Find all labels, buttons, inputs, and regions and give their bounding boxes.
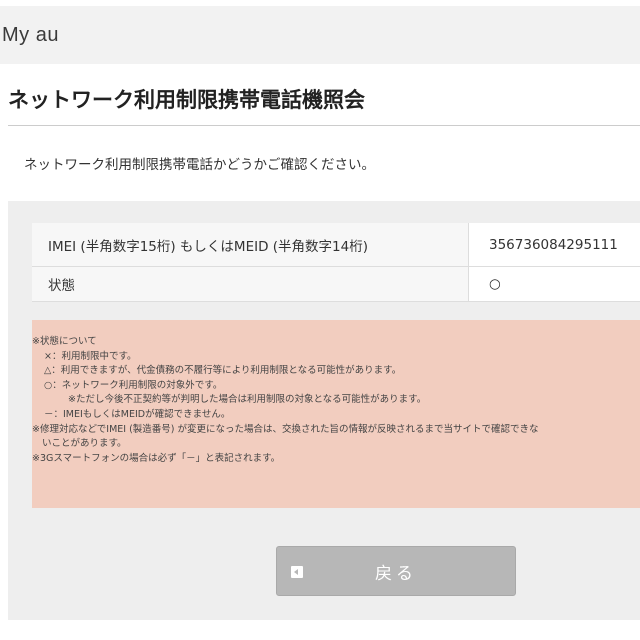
table-row-status: 状態 ○ xyxy=(32,267,640,302)
note-line: ※修理対応などでIMEI (製造番号) が変更になった場合は、交換された旨の情報… xyxy=(32,423,539,435)
note-line: いことがあります。 xyxy=(42,438,127,450)
page-title: ネットワーク利用制限携帯電話機照会 xyxy=(8,88,365,112)
title-divider xyxy=(8,125,640,126)
note-line: ○：ネットワーク利用制限の対象外です。 xyxy=(44,379,223,391)
imei-value: 356736084295111 xyxy=(489,236,618,253)
back-arrow-icon xyxy=(291,566,303,578)
status-value: ○ xyxy=(489,276,501,292)
imei-label: IMEI (半角数字15桁) もしくはMEID (半角数字14桁) xyxy=(32,223,469,266)
back-button-label: 戻る xyxy=(375,563,417,584)
status-notes: ※状態について ×：利用制限中です。 △：利用できますが、代金債務の不履行等によ… xyxy=(32,320,640,508)
note-line: △：利用できますが、代金債務の不履行等により利用制限となる可能性があります。 xyxy=(44,365,402,377)
page: My au ネットワーク利用制限携帯電話機照会 ネットワーク利用制限携帯電話かど… xyxy=(0,0,640,640)
top-bar: My au xyxy=(0,6,640,64)
table-row-imei: IMEI (半角数字15桁) もしくはMEID (半角数字14桁) 356736… xyxy=(32,223,640,267)
status-label: 状態 xyxy=(32,267,469,301)
note-line: －：IMEIもしくはMEIDが確認できません。 xyxy=(44,408,231,420)
note-line: ※ただし今後不正契約等が判明した場合は利用制限の対象となる可能性があります。 xyxy=(68,394,427,406)
intro-text: ネットワーク利用制限携帯電話かどうかご確認ください。 xyxy=(24,157,375,173)
note-line: ※状態について xyxy=(32,336,97,347)
result-table: IMEI (半角数字15桁) もしくはMEID (半角数字14桁) 356736… xyxy=(32,223,640,302)
brand-logo[interactable]: My au xyxy=(2,24,59,47)
back-button[interactable]: 戻る xyxy=(276,546,516,596)
note-line: ×：利用制限中です。 xyxy=(44,350,137,362)
note-line: ※3Gスマートフォンの場合は必ず「－」と表記されます。 xyxy=(32,452,281,464)
result-panel: IMEI (半角数字15桁) もしくはMEID (半角数字14桁) 356736… xyxy=(8,201,640,620)
